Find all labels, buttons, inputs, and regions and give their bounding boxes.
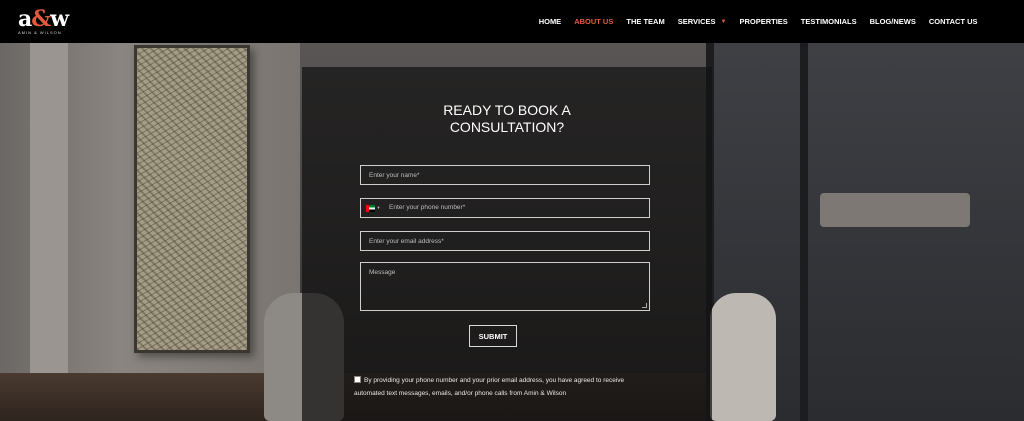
- uae-flag-icon: [365, 204, 375, 212]
- email-input[interactable]: [360, 231, 650, 251]
- form-title-line-2: CONSULTATION?: [449, 119, 565, 135]
- consultation-form: READY TO BOOK A CONSULTATION? ▼ Enter yo…: [302, 67, 712, 421]
- country-selector[interactable]: ▼: [361, 199, 385, 217]
- message-textarea[interactable]: Message: [360, 262, 650, 311]
- nav-testimonials[interactable]: TESTIMONIALS: [794, 17, 863, 26]
- background-table: [820, 193, 970, 227]
- phone-placeholder: Enter your phone number*: [389, 204, 466, 211]
- nav-home[interactable]: HOME: [532, 17, 568, 26]
- nav-contact-us[interactable]: CONTACT US: [922, 17, 984, 26]
- background-chair: [710, 293, 776, 421]
- name-input[interactable]: [360, 165, 650, 185]
- nav-about-us[interactable]: ABOUT US: [568, 17, 620, 26]
- consent-text-block: By providing your phone number and your …: [354, 374, 654, 400]
- consent-text: By providing your phone number and your …: [354, 377, 625, 397]
- chevron-down-icon: ▼: [720, 18, 727, 25]
- message-placeholder: Message: [369, 269, 396, 276]
- nav-the-team[interactable]: THE TEAM: [620, 17, 671, 26]
- background-column: [30, 43, 68, 421]
- chevron-down-icon: ▼: [376, 205, 381, 210]
- nav-services[interactable]: SERVICES ▼: [671, 17, 733, 26]
- logo-subtitle: Amin & Wilson: [18, 30, 62, 35]
- nav-properties[interactable]: PROPERTIES: [733, 17, 794, 26]
- background-painting: [134, 45, 250, 353]
- phone-input[interactable]: ▼ Enter your phone number*: [360, 198, 650, 218]
- resize-handle-icon[interactable]: [642, 303, 647, 308]
- nav-blog-news[interactable]: BLOG/NEWS: [863, 17, 922, 26]
- nav-services-label: SERVICES: [677, 17, 716, 26]
- submit-button[interactable]: SUBMIT: [469, 325, 517, 347]
- logo-mark: a&w: [18, 6, 69, 32]
- site-logo[interactable]: a&w Amin & Wilson: [18, 8, 78, 36]
- form-title-line-1: READY TO BOOK A: [443, 102, 571, 118]
- site-header: a&w Amin & Wilson HOME ABOUT US THE TEAM…: [0, 0, 1024, 43]
- form-title: READY TO BOOK A CONSULTATION?: [302, 102, 712, 136]
- consent-checkbox[interactable]: [354, 376, 361, 383]
- main-nav: HOME ABOUT US THE TEAM SERVICES ▼ PROPERT…: [532, 0, 984, 43]
- window-frame: [800, 43, 808, 421]
